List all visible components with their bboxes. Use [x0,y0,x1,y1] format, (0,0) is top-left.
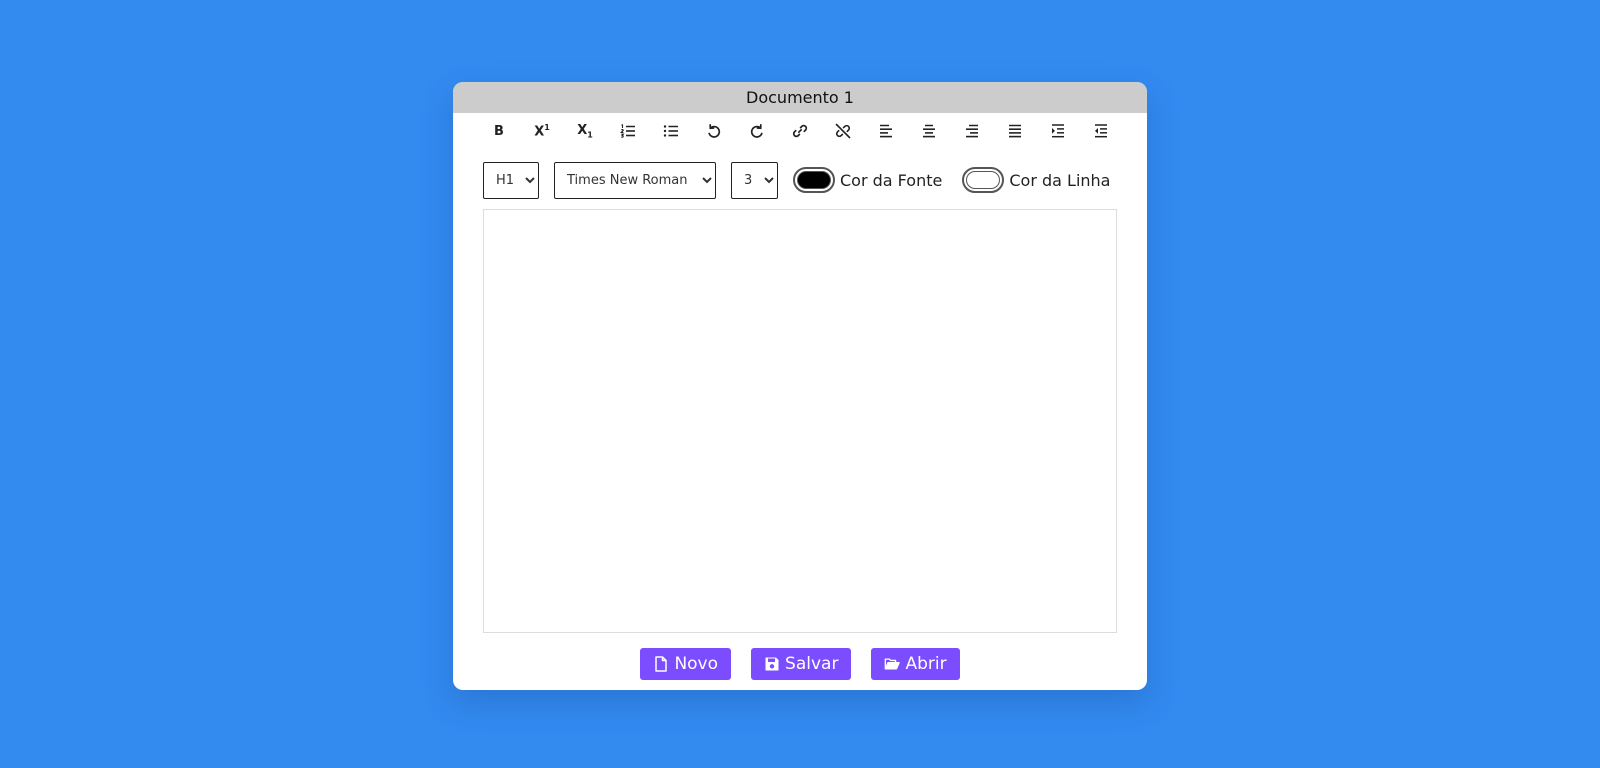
outdent-icon [1095,124,1107,138]
heading-select[interactable]: H1 [483,161,539,199]
outdent-button[interactable] [1087,118,1115,144]
align-center-button[interactable] [915,118,943,144]
unlink-icon [835,123,851,139]
subscript-base: X [577,122,588,138]
document-title: Documento 1 [453,82,1147,113]
ordered-list-button[interactable] [614,118,642,144]
save-button[interactable]: Salvar [751,648,852,680]
line-color-label: Cor da Linha [1009,170,1111,190]
format-controls: H1 Times New Roman 3 Cor da Fonte Cor da… [483,161,1130,199]
indent-icon [1052,124,1064,138]
save-button-label: Salvar [785,654,839,674]
file-icon [655,656,668,672]
align-center-icon [923,124,935,138]
new-button[interactable]: Novo [640,648,732,680]
new-button-label: Novo [674,654,719,674]
editor-content-area[interactable] [483,209,1117,633]
indent-button[interactable] [1044,118,1072,144]
unordered-list-icon [663,125,678,137]
superscript-button[interactable]: X1 [528,118,556,144]
justify-icon [1009,124,1021,138]
align-left-button[interactable] [872,118,900,144]
superscript-base: X [534,124,545,140]
subscript-mark: 1 [587,130,593,140]
font-color-picker[interactable] [793,167,835,193]
subscript-button[interactable]: X1 [571,118,599,144]
align-right-icon [966,124,978,138]
unlink-button[interactable] [829,118,857,144]
align-left-icon [880,124,892,138]
folder-open-icon [885,658,901,670]
document-actions: Novo Salvar Abrir [453,648,1147,680]
link-icon [792,124,808,138]
superscript-icon: X1 [534,123,550,139]
open-button[interactable]: Abrir [871,648,960,680]
bold-button[interactable]: B [485,118,513,144]
superscript-mark: 1 [544,122,550,132]
undo-button[interactable] [700,118,728,144]
editor-window: Documento 1 B X1 X1 H1 Times New Roman 3… [453,82,1147,690]
subscript-icon: X1 [577,123,593,140]
font-color-swatch [797,171,831,189]
bold-icon: B [494,123,504,139]
unordered-list-button[interactable] [657,118,685,144]
redo-button[interactable] [743,118,771,144]
floppy-disk-icon [765,657,779,671]
open-button-label: Abrir [905,654,947,674]
font-size-select[interactable]: 3 [731,161,778,199]
formatting-toolbar: B X1 X1 [453,113,1147,149]
justify-button[interactable] [1001,118,1029,144]
line-color-swatch [966,171,1001,189]
undo-icon [708,123,721,138]
font-color-label: Cor da Fonte [840,170,943,190]
align-right-button[interactable] [958,118,986,144]
ordered-list-icon [620,123,635,138]
redo-icon [750,123,763,138]
font-family-select[interactable]: Times New Roman [554,161,716,199]
link-button[interactable] [786,118,814,144]
line-color-picker[interactable] [962,167,1005,193]
